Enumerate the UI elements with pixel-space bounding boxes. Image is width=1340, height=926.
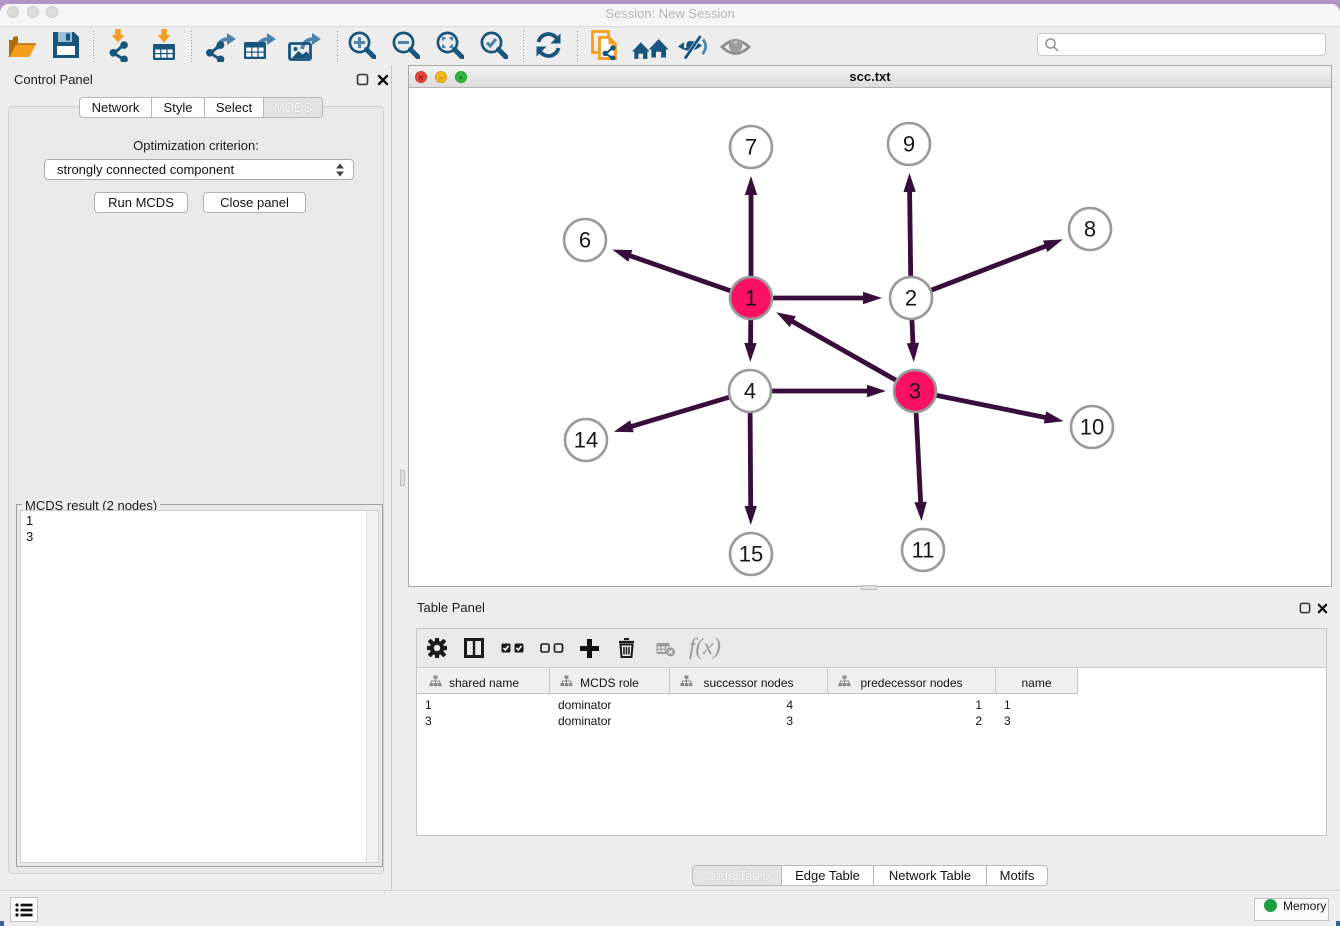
svg-text:9: 9 (903, 132, 915, 157)
svg-text:2: 2 (905, 286, 917, 311)
svg-text:6: 6 (579, 228, 591, 253)
svg-text:10: 10 (1080, 415, 1104, 440)
svg-text:15: 15 (739, 542, 763, 567)
svg-text:7: 7 (745, 135, 757, 160)
svg-text:4: 4 (744, 379, 756, 404)
svg-text:1: 1 (745, 286, 757, 311)
svg-text:8: 8 (1084, 217, 1096, 242)
svg-text:14: 14 (574, 428, 598, 453)
svg-text:11: 11 (912, 538, 935, 563)
svg-text:3: 3 (909, 379, 921, 404)
